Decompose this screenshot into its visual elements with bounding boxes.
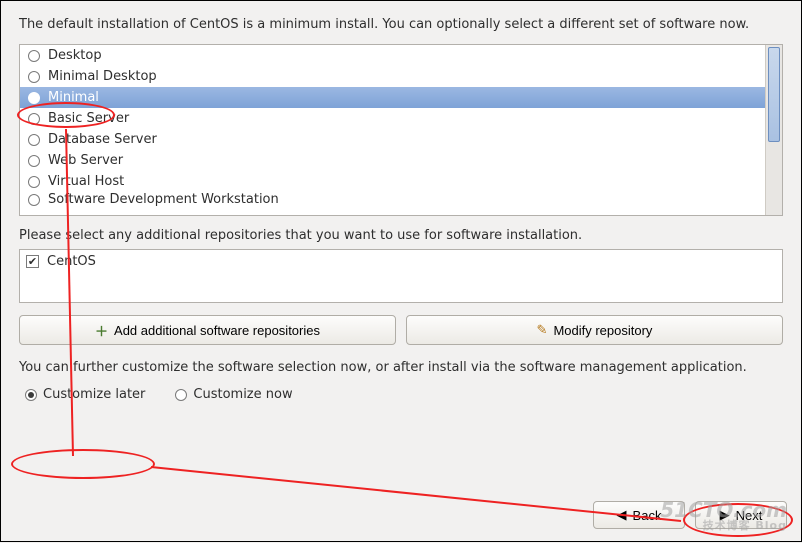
add-repo-label: Add additional software repositories [114, 323, 320, 338]
software-option-label: Desktop [48, 48, 102, 63]
radio-icon [28, 113, 40, 125]
edit-icon: ✎ [537, 322, 548, 338]
back-label: Back [633, 508, 662, 523]
scrollbar-thumb[interactable] [768, 47, 780, 142]
software-option-label: Minimal Desktop [48, 69, 157, 84]
repo-list: ✔ CentOS [19, 249, 783, 303]
software-option[interactable]: Software Development Workstation [20, 192, 765, 207]
software-option-label: Minimal [48, 90, 99, 105]
software-option-label: Virtual Host [48, 174, 124, 189]
arrow-right-icon: ▶ [720, 507, 730, 523]
radio-icon [175, 389, 187, 401]
software-option[interactable]: Minimal Desktop [20, 66, 765, 87]
radio-icon [28, 50, 40, 62]
software-list: Desktop Minimal Desktop Minimal Basic Serve… [19, 44, 783, 216]
software-option[interactable]: Web Server [20, 150, 765, 171]
checkbox-icon[interactable]: ✔ [26, 255, 39, 268]
software-option-label: Web Server [48, 153, 123, 168]
customize-now-label: Customize now [193, 387, 292, 402]
software-option[interactable]: Database Server [20, 129, 765, 150]
customize-later-radio[interactable]: Customize later [25, 387, 145, 402]
customize-text: You can further customize the software s… [19, 359, 783, 377]
scrollbar[interactable] [765, 45, 782, 215]
software-option-label: Software Development Workstation [48, 192, 279, 207]
radio-icon [28, 92, 40, 104]
arrow-left-icon: ◀ [617, 507, 627, 523]
customize-now-radio[interactable]: Customize now [175, 387, 292, 402]
modify-repo-label: Modify repository [553, 323, 652, 338]
software-option[interactable]: Virtual Host [20, 171, 765, 192]
back-button[interactable]: ◀ Back [593, 501, 685, 529]
software-option-label: Database Server [48, 132, 157, 147]
software-option[interactable]: Desktop [20, 45, 765, 66]
software-option[interactable]: Minimal [20, 87, 765, 108]
repo-item-centos[interactable]: ✔ CentOS [26, 254, 776, 269]
radio-icon [28, 134, 40, 146]
radio-icon [28, 176, 40, 188]
repo-prompt: Please select any additional repositorie… [19, 228, 783, 243]
software-option-label: Basic Server [48, 111, 129, 126]
repo-label: CentOS [47, 254, 96, 269]
radio-icon [28, 71, 40, 83]
customize-later-label: Customize later [43, 387, 145, 402]
radio-icon [28, 194, 40, 206]
radio-icon [28, 155, 40, 167]
intro-text: The default installation of CentOS is a … [19, 16, 783, 34]
next-button[interactable]: ▶ Next [695, 501, 787, 529]
radio-icon [25, 389, 37, 401]
software-option[interactable]: Basic Server [20, 108, 765, 129]
plus-icon: ＋ [95, 321, 108, 340]
add-repo-button[interactable]: ＋ Add additional software repositories [19, 315, 396, 345]
annotation-circle-customize-later [11, 449, 155, 479]
modify-repo-button[interactable]: ✎ Modify repository [406, 315, 783, 345]
next-label: Next [736, 508, 763, 523]
